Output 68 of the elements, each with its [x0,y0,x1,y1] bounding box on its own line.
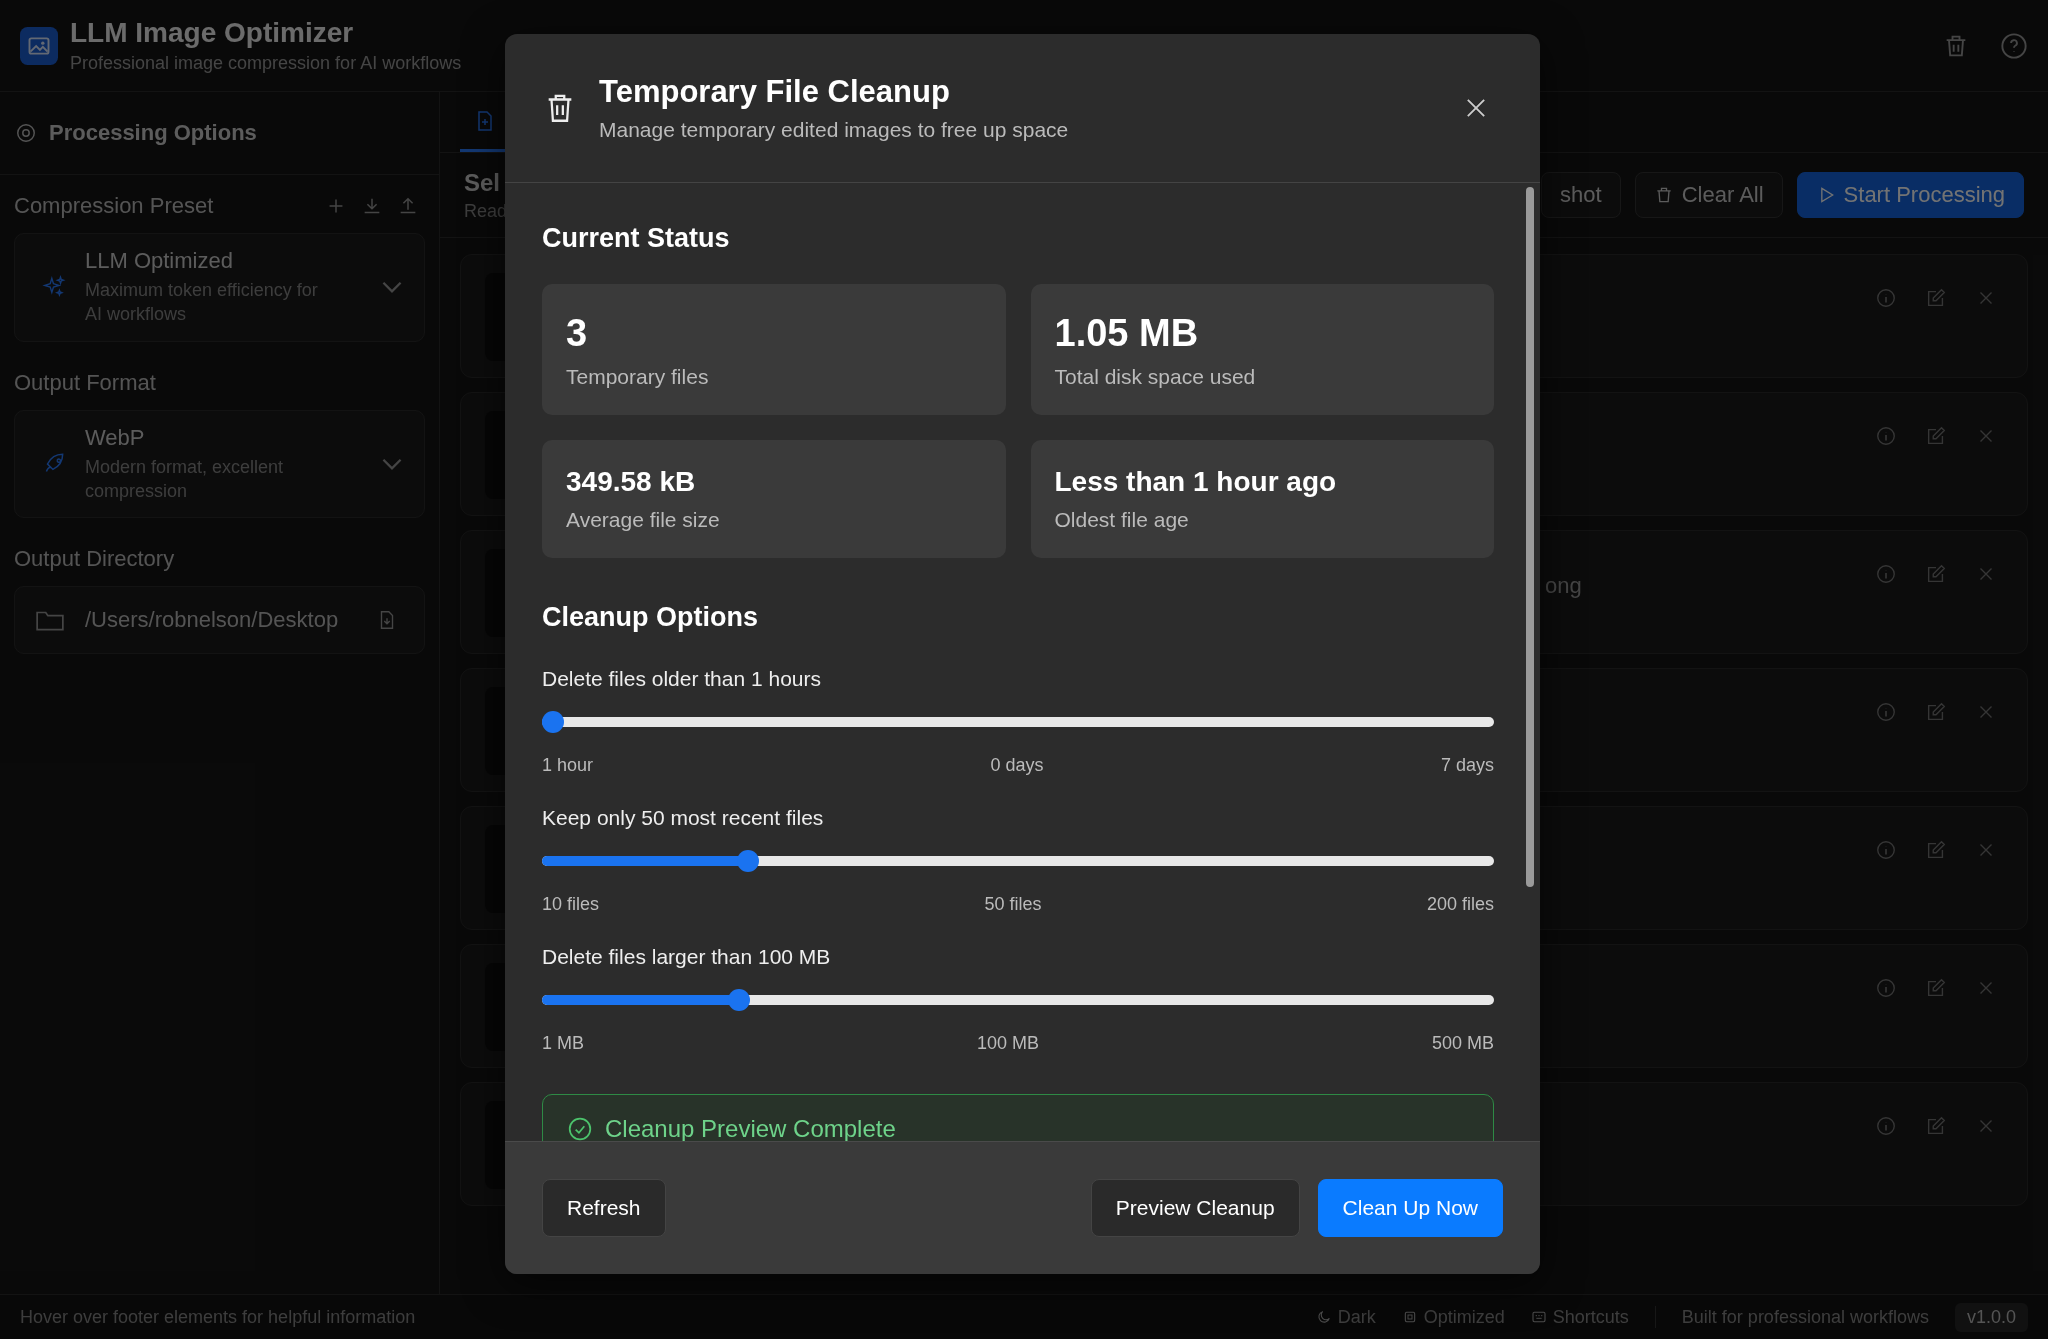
section-label: Compression Preset [14,193,214,219]
edit-icon[interactable] [1925,839,1947,861]
dialog-title: Temporary File Cleanup [599,74,951,110]
toolbar-button[interactable]: Clear All [1634,172,1783,218]
info-icon[interactable] [1875,563,1897,585]
info-icon[interactable] [1875,425,1897,447]
info-icon[interactable] [1875,287,1897,309]
stat-label: Total disk space used [1054,365,1257,389]
keyboard-icon [1530,1309,1547,1325]
stat-label: Average file size [566,508,721,532]
refresh-button[interactable]: Refresh [542,1179,666,1237]
slider-label: Delete files older than 1 hours [542,667,822,691]
tick-label: 10 files [542,894,600,915]
option-name: WebP [85,424,146,451]
moon-icon [1315,1309,1332,1325]
edit-icon[interactable] [1925,425,1947,447]
section-heading: Sel [464,168,502,197]
settings-icon [15,122,37,144]
chevron-down-icon [382,457,402,470]
slider-label: Keep only 50 most recent files [542,806,825,830]
version-badge: v1.0.0 [1954,1302,2028,1332]
file-name: ong [1545,573,1582,599]
info-icon[interactable] [1875,1115,1897,1137]
chevron-down-icon [382,281,402,294]
sidebar-title: Processing Options [49,120,257,146]
dialog-subtitle: Manage temporary edited images to free up space [599,118,1070,142]
edit-icon[interactable] [1925,1115,1947,1137]
section-heading: Cleanup Options [542,602,759,633]
slider[interactable] [542,989,1494,1011]
tick-label: 50 files [984,894,1042,915]
tick-label: 200 files [1426,894,1494,915]
directory-field[interactable]: /Users/robnelson/Desktop [14,586,425,655]
app-subtitle: Professional image compression for AI workflows [70,53,462,74]
stat-label: Oldest file age [1054,508,1190,532]
stat-value: Less than 1 hour ago [1054,466,1338,498]
edit-icon[interactable] [1925,977,1947,999]
app-title: LLM Image Optimizer [70,17,355,49]
toolbar-button[interactable]: shot [1541,172,1621,218]
preview-button[interactable]: Preview Cleanup [1090,1179,1300,1237]
stat-label: Temporary files [566,365,710,389]
tick-label: 100 MB [976,1033,1039,1054]
info-icon[interactable] [1875,839,1897,861]
check-circle-icon [567,1116,593,1141]
edit-icon[interactable] [1925,287,1947,309]
tick-label: 0 days [990,755,1044,776]
tick-label: 500 MB [1431,1033,1494,1054]
tick-label: 1 MB [542,1033,584,1054]
edit-icon[interactable] [1925,563,1947,585]
app-logo-icon [20,26,58,65]
option-name: LLM Optimized [85,248,234,274]
stat-value: 3 [566,312,589,355]
info-icon[interactable] [1875,701,1897,723]
clean-up-button[interactable]: Clean Up Now [1317,1179,1503,1237]
stat-value: 1.05 MB [1054,312,1200,355]
section-label: Output Directory [14,546,175,573]
start-processing-button[interactable]: Start Processing [1796,172,2024,218]
scrollbar[interactable] [1526,187,1534,887]
slider-label: Delete files larger than 100 MB [542,945,832,969]
stat-value: 349.58 kB [566,466,697,498]
help-icon[interactable] [2000,31,2028,60]
slider[interactable] [542,711,1494,733]
info-icon[interactable] [1875,977,1897,999]
tick-label: 7 days [1440,755,1494,776]
edit-icon[interactable] [1925,701,1947,723]
tick-label: 1 hour [542,755,594,776]
slider[interactable] [542,850,1494,872]
section-heading: Current Status [542,223,731,254]
section-label: Output Format [14,369,156,396]
